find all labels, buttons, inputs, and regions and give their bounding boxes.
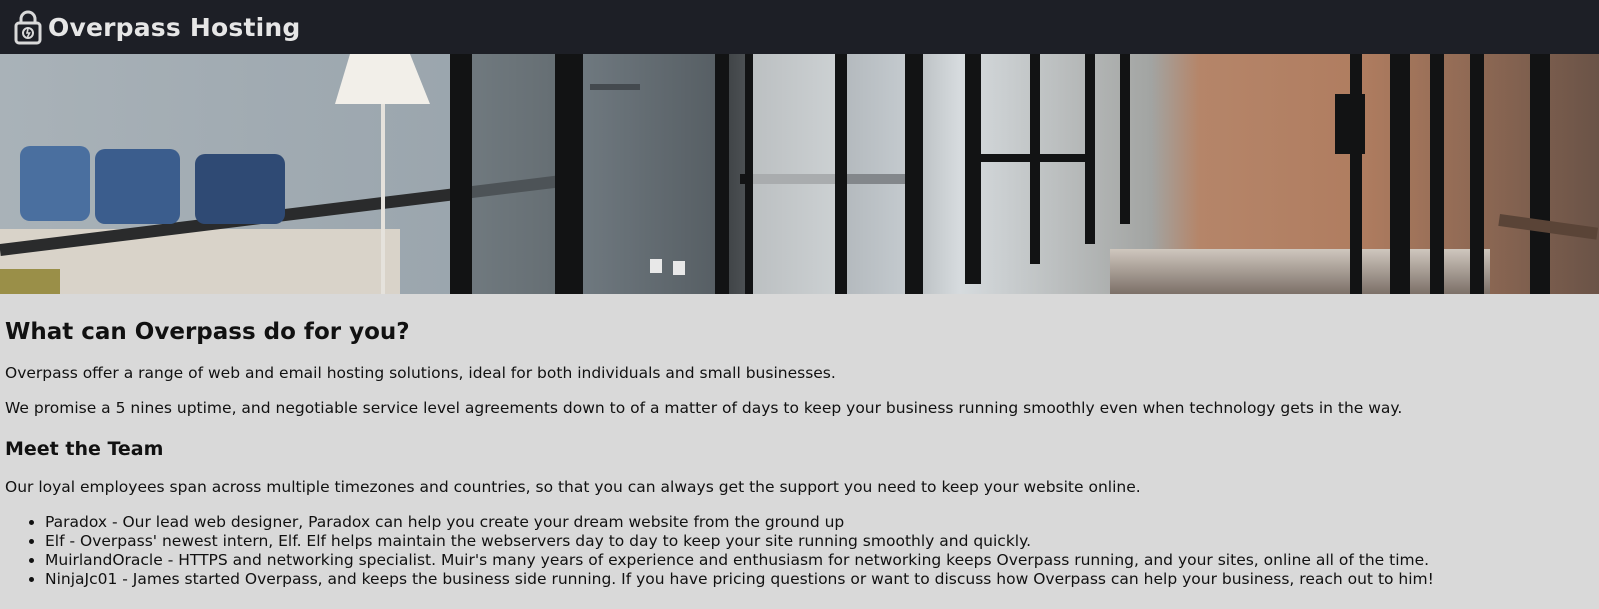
page-heading: What can Overpass do for you? <box>5 319 410 345</box>
uptime-paragraph: We promise a 5 nines uptime, and negotia… <box>5 399 1403 417</box>
main-content: What can Overpass do for you? Overpass o… <box>0 318 1599 589</box>
team-intro-paragraph: Our loyal employees span across multiple… <box>5 478 1141 496</box>
team-list: Paradox - Our lead web designer, Paradox… <box>5 513 1594 589</box>
team-member-paradox: Paradox - Our lead web designer, Paradox… <box>45 513 1594 532</box>
site-title: Overpass Hosting <box>48 12 301 42</box>
team-member-ninjajc01: NinjaJc01 - James started Overpass, and … <box>45 570 1594 589</box>
navbar: Overpass Hosting <box>0 0 1599 54</box>
hero-banner-image <box>0 54 1599 294</box>
team-heading: Meet the Team <box>5 438 164 460</box>
team-member-muirlandoracle: MuirlandOracle - HTTPS and networking sp… <box>45 551 1594 570</box>
padlock-icon <box>14 9 42 45</box>
intro-paragraph: Overpass offer a range of web and email … <box>5 364 836 382</box>
team-member-elf: Elf - Overpass' newest intern, Elf. Elf … <box>45 532 1594 551</box>
